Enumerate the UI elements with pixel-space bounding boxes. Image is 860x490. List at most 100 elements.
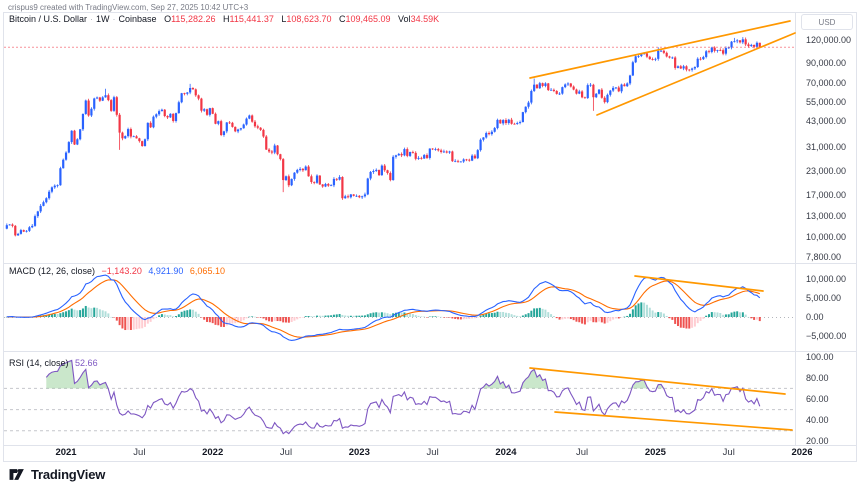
- macd-histogram-bar: [702, 317, 704, 319]
- macd-histogram-bar: [522, 315, 524, 317]
- macd-histogram-bar: [739, 312, 741, 317]
- macd-histogram-bar: [265, 317, 267, 320]
- symbol-legend[interactable]: Bitcoin / U.S. Dollar·1W·Coinbase O115,2…: [9, 14, 439, 24]
- macd-histogram-bar: [683, 317, 685, 328]
- macd-histogram-bar: [90, 308, 92, 317]
- time-tick-label: 2023: [349, 447, 370, 458]
- macd-line-value: 4,921.90: [148, 266, 183, 276]
- trendline: [530, 21, 790, 78]
- macd-histogram-bar: [82, 308, 84, 317]
- macd-histogram-bar: [240, 317, 242, 322]
- macd-histogram-bar: [144, 317, 146, 327]
- macd-histogram-bar: [293, 317, 295, 321]
- time-axis[interactable]: 2021Jul2022Jul2023Jul2024Jul2025Jul2026: [0, 446, 812, 461]
- macd-histogram-bar: [212, 317, 214, 323]
- rsi-legend[interactable]: RSI (14, close) 52.66: [9, 358, 102, 368]
- macd-histogram-bar: [136, 317, 138, 329]
- macd-histogram-bar: [251, 316, 253, 317]
- macd-histogram-bar: [353, 316, 355, 317]
- macd-histogram-bar: [339, 314, 341, 317]
- macd-histogram-bar: [547, 312, 549, 317]
- macd-histogram-bar: [260, 317, 262, 318]
- macd-histogram-bar: [62, 312, 64, 317]
- macd-histogram-bar: [99, 309, 101, 317]
- macd-histogram-bar: [697, 317, 699, 323]
- macd-histogram-bar: [164, 314, 166, 317]
- macd-histogram-bar: [528, 313, 530, 317]
- macd-histogram-bar: [437, 316, 439, 317]
- macd-histogram-bar: [719, 313, 721, 317]
- macd-title[interactable]: MACD (12, 26, close): [9, 266, 95, 276]
- macd-histogram-bar: [282, 317, 284, 322]
- macd-histogram-bar: [262, 317, 264, 318]
- trendline-drawings[interactable]: [530, 21, 795, 430]
- macd-histogram-bar: [539, 308, 541, 317]
- axis-tick-label: 120,000.00: [806, 35, 851, 45]
- macd-histogram-bar: [127, 317, 129, 330]
- macd-histogram-bar: [677, 317, 679, 326]
- macd-histogram-bar: [384, 313, 386, 317]
- macd-histogram-bar: [742, 312, 744, 317]
- macd-histogram-bar: [279, 317, 281, 321]
- interval-label[interactable]: 1W: [96, 14, 110, 24]
- legend-separator: ·: [90, 14, 93, 24]
- tradingview-chart-page: crispus9 created with TradingView.com, S…: [0, 0, 860, 490]
- macd-histogram-bar: [372, 313, 374, 317]
- macd-histogram-bar: [550, 314, 552, 317]
- macd-histogram-bar: [669, 317, 671, 318]
- macd-histogram-bar: [688, 317, 690, 329]
- macd-histogram-bar: [71, 309, 73, 317]
- price-axis[interactable]: 120,000.0090,000.0070,000.0055,000.0043,…: [796, 13, 860, 461]
- macd-histogram-bar: [257, 317, 259, 318]
- macd-histogram-bar: [336, 314, 338, 317]
- legend-separator: ·: [113, 14, 116, 24]
- macd-histogram-bar: [59, 313, 61, 317]
- macd-histogram-bar: [536, 308, 538, 317]
- macd-histogram-bar: [248, 317, 250, 318]
- macd-histogram-bar: [606, 317, 608, 323]
- exchange-label[interactable]: Coinbase: [119, 14, 157, 24]
- high-value: 115,441.37: [230, 14, 274, 24]
- macd-histogram-bar: [226, 317, 228, 325]
- macd-histogram-bar: [440, 317, 442, 318]
- macd-histogram-bar: [85, 306, 87, 317]
- macd-histogram-bar: [434, 316, 436, 317]
- macd-histogram-bar: [215, 317, 217, 325]
- macd-histogram-bar: [497, 312, 499, 317]
- time-tick-label: Jul: [723, 447, 735, 458]
- macd-histogram-bar: [530, 311, 532, 317]
- macd-histogram-bar: [685, 317, 687, 328]
- macd-histogram-bar: [76, 310, 78, 317]
- time-tick-label: 2024: [495, 447, 516, 458]
- macd-histogram-bar: [195, 312, 197, 317]
- currency-unit-button[interactable]: USD: [801, 14, 853, 30]
- macd-histogram-bar: [449, 317, 451, 318]
- macd-histogram-bar: [663, 314, 665, 317]
- macd-histogram-bar: [736, 311, 738, 317]
- macd-histogram-bar: [759, 317, 761, 321]
- macd-histogram-bar: [731, 313, 733, 317]
- macd-histogram-bar: [175, 316, 177, 317]
- macd-histogram-bar: [344, 315, 346, 317]
- macd-histogram-bar: [130, 317, 132, 330]
- macd-histogram-bar: [296, 317, 298, 319]
- macd-legend[interactable]: MACD (12, 26, close) −1,143.20 4,921.90 …: [9, 266, 229, 276]
- macd-histogram-bar: [161, 314, 163, 317]
- chart-canvas[interactable]: [0, 0, 860, 462]
- macd-histogram-bar: [209, 317, 211, 322]
- macd-histogram-bar: [254, 317, 256, 318]
- macd-histogram-bar: [629, 314, 631, 317]
- macd-histogram-bar: [65, 311, 67, 317]
- symbol-title[interactable]: Bitcoin / U.S. Dollar: [9, 14, 87, 24]
- macd-histogram-bar: [74, 310, 76, 317]
- macd-histogram-bar: [316, 316, 318, 317]
- rsi-title[interactable]: RSI (14, close): [9, 358, 69, 368]
- macd-histogram-bar: [443, 317, 445, 318]
- macd-histogram-bar: [375, 312, 377, 317]
- tradingview-logo[interactable]: TradingView: [8, 466, 105, 483]
- macd-histogram-bar: [618, 317, 620, 318]
- macd-histogram-bar: [364, 315, 366, 317]
- macd-histogram-bar: [626, 316, 628, 317]
- macd-histogram-bar: [268, 317, 270, 321]
- macd-histogram-bar: [750, 317, 752, 318]
